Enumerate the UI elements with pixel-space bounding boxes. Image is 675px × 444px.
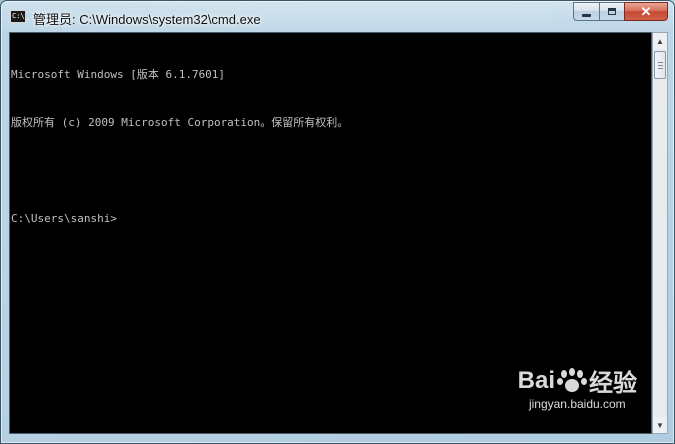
watermark-logo: Bai 经验 xyxy=(518,363,637,398)
close-button[interactable]: ✕ xyxy=(624,2,668,21)
console-line-version: Microsoft Windows [版本 6.1.7601] xyxy=(11,68,226,81)
arrow-up-icon: ▲ xyxy=(656,36,664,46)
minimize-icon xyxy=(582,13,591,17)
window-controls: ✕ xyxy=(573,2,668,22)
vertical-scrollbar[interactable]: ▲ ▼ xyxy=(652,32,668,434)
watermark-url: jingyan.baidu.com xyxy=(528,397,626,411)
window-title: 管理员: C:\Windows\system32\cmd.exe xyxy=(33,12,261,27)
title-bar[interactable]: C:\_ 管理员: C:\Windows\system32\cmd.exe ✕ xyxy=(1,1,674,32)
minimize-button[interactable] xyxy=(573,2,599,21)
close-icon: ✕ xyxy=(640,4,652,19)
scroll-up-button[interactable]: ▲ xyxy=(653,33,667,49)
maximize-icon xyxy=(608,8,616,15)
arrow-down-icon: ▼ xyxy=(656,420,664,430)
watermark-brand-right: 经验 xyxy=(589,370,637,397)
console-prompt[interactable]: C:\Users\sanshi> xyxy=(11,211,650,227)
scrollbar-thumb[interactable] xyxy=(654,51,666,79)
cmd-app-icon[interactable]: C:\_ xyxy=(10,10,29,23)
maximize-button[interactable] xyxy=(599,2,624,21)
grip-line xyxy=(658,68,663,69)
scroll-down-button[interactable]: ▼ xyxy=(653,417,667,433)
grip-line xyxy=(658,65,663,66)
watermark-brand-left: Bai xyxy=(517,366,555,394)
paw-icon xyxy=(557,367,587,394)
console-line-copyright: 版权所有 (c) 2009 Microsoft Corporation。保留所有… xyxy=(11,116,349,129)
grip-line xyxy=(658,62,663,63)
baidu-jingyan-watermark: Bai 经验 jingyan.baidu.com xyxy=(518,363,637,412)
